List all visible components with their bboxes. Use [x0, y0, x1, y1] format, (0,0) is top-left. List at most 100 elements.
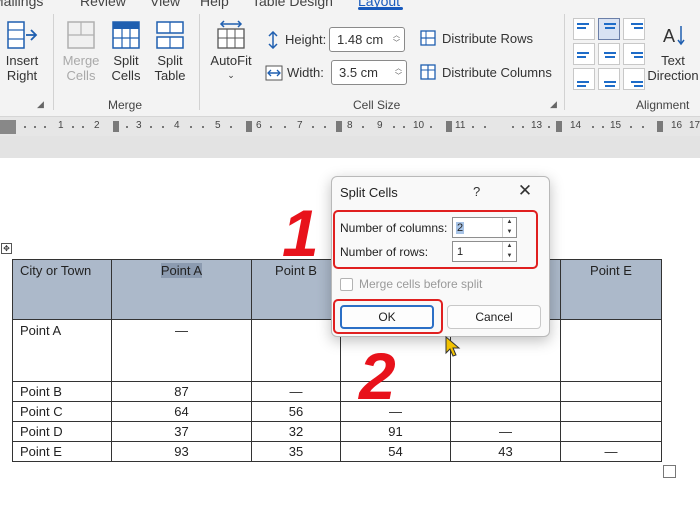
- table-cell[interactable]: Point D: [12, 421, 112, 442]
- align-center-icon[interactable]: [598, 43, 620, 65]
- ruler-left-margin: [0, 120, 16, 134]
- table-cell[interactable]: —: [450, 421, 561, 442]
- tab-view[interactable]: View: [150, 0, 180, 9]
- table-cell[interactable]: 91: [340, 421, 451, 442]
- ruler-number: 15: [610, 120, 622, 131]
- align-top-center-icon[interactable]: [598, 18, 620, 40]
- table-cell[interactable]: 87: [111, 381, 252, 402]
- insert-right-button[interactable]: Insert Right: [3, 20, 41, 83]
- table-row: Point E 93 35 54 43 —: [12, 441, 662, 462]
- table-cell[interactable]: —: [111, 319, 252, 382]
- merge-cells-label-1: Merge: [62, 53, 100, 68]
- align-center-left-icon[interactable]: [573, 43, 595, 65]
- table-cell[interactable]: 64: [111, 401, 252, 422]
- distribute-columns-icon: [420, 64, 436, 80]
- align-top-left-icon[interactable]: [573, 18, 595, 40]
- merge-cells-button[interactable]: Merge Cells: [61, 20, 101, 83]
- text-direction-label-1: Text: [661, 53, 685, 68]
- ruler-indent-marker[interactable]: [113, 121, 119, 132]
- table-resize-handle[interactable]: [663, 465, 676, 478]
- table-cell[interactable]: [450, 401, 561, 422]
- text-direction-button[interactable]: A Text Direction: [646, 20, 700, 83]
- width-spinner-icon[interactable]: ︿ ﹀: [395, 65, 402, 81]
- table-cell[interactable]: 56: [251, 401, 341, 422]
- table-cell[interactable]: [560, 401, 662, 422]
- ruler-number: 9: [377, 120, 383, 131]
- ruler-column-marker[interactable]: [246, 121, 252, 132]
- alignment-group-label: Alignment: [636, 98, 690, 112]
- table-move-handle-icon[interactable]: ✥: [1, 243, 12, 254]
- help-icon[interactable]: ?: [473, 184, 480, 199]
- table-cell[interactable]: 93: [111, 441, 252, 462]
- chevron-down-icon: ⌄: [227, 70, 235, 80]
- split-table-button[interactable]: Split Table: [151, 20, 189, 83]
- table-cell[interactable]: 32: [251, 421, 341, 442]
- table-header-cell[interactable]: City or Town: [12, 259, 112, 320]
- table-header-cell[interactable]: Point A: [111, 259, 252, 320]
- table-cell[interactable]: 43: [450, 441, 561, 462]
- row-height-icon: [268, 30, 278, 49]
- ruler-column-marker[interactable]: [336, 121, 342, 132]
- horizontal-ruler[interactable]: 1 2 3 4 5 6 7 8 9 10 11 13 14 15 16 17: [0, 116, 700, 136]
- tab-table-design[interactable]: Table Design: [252, 0, 333, 9]
- merge-before-split-checkbox[interactable]: Merge cells before split: [340, 277, 482, 291]
- checkbox-icon[interactable]: [340, 277, 353, 291]
- align-bottom-left-icon[interactable]: [573, 68, 595, 90]
- autofit-label: AutoFit: [210, 53, 252, 68]
- table-cell[interactable]: —: [251, 381, 341, 402]
- table-cell[interactable]: [560, 319, 662, 382]
- split-cells-button[interactable]: Split Cells: [107, 20, 145, 83]
- ruler-tick: [72, 126, 74, 128]
- table-cell[interactable]: Point B: [12, 381, 112, 402]
- align-center-right-icon[interactable]: [623, 43, 645, 65]
- selected-cell-text: Point A: [160, 263, 203, 278]
- align-top-right-icon[interactable]: [623, 18, 645, 40]
- ruler-number: 4: [174, 120, 180, 131]
- svg-text:A: A: [663, 26, 675, 46]
- distribute-rows-button[interactable]: Distribute Rows: [420, 30, 533, 46]
- close-icon[interactable]: ✕: [517, 181, 533, 201]
- ruler-number: 3: [136, 120, 142, 131]
- column-width-icon: [265, 65, 283, 80]
- table-row: Point C 64 56 —: [12, 401, 662, 422]
- ruler-column-marker[interactable]: [657, 121, 663, 132]
- ruler-tick: [126, 126, 128, 128]
- cancel-button[interactable]: Cancel: [447, 305, 541, 329]
- table-cell[interactable]: [251, 319, 341, 382]
- separator: [53, 14, 54, 110]
- table-cell[interactable]: 54: [340, 441, 451, 462]
- autofit-button[interactable]: AutoFit ⌄: [208, 20, 254, 83]
- height-input[interactable]: 1.48 cm ︿ ﹀: [329, 27, 405, 52]
- table-cell[interactable]: [450, 381, 561, 402]
- ruler-number: 14: [570, 120, 582, 131]
- table-cell[interactable]: —: [560, 441, 662, 462]
- mouse-pointer-icon: [445, 336, 461, 357]
- cell-size-launcher-icon[interactable]: ◢: [550, 99, 557, 110]
- table-cell[interactable]: [560, 421, 662, 442]
- height-spinner-icon[interactable]: ︿ ﹀: [393, 32, 400, 48]
- tab-help[interactable]: Help: [200, 0, 229, 9]
- align-bottom-center-icon[interactable]: [598, 68, 620, 90]
- tab-review[interactable]: Review: [80, 0, 126, 9]
- distribute-columns-button[interactable]: Distribute Columns: [420, 64, 552, 80]
- ruler-column-marker[interactable]: [446, 121, 452, 132]
- rows-columns-launcher-icon[interactable]: ◢: [37, 99, 44, 110]
- table-cell[interactable]: Point A: [12, 319, 112, 382]
- table-cell[interactable]: Point C: [12, 401, 112, 422]
- ruler-number: 17: [689, 120, 700, 131]
- ruler-column-marker[interactable]: [556, 121, 562, 132]
- ruler-tick: [270, 126, 272, 128]
- table-header-cell[interactable]: Point E: [560, 259, 662, 320]
- ruler-tick: [162, 126, 164, 128]
- ruler-tick: [324, 126, 326, 128]
- ruler-number: 8: [347, 120, 353, 131]
- align-bottom-right-icon[interactable]: [623, 68, 645, 90]
- table-cell[interactable]: 37: [111, 421, 252, 442]
- table-cell[interactable]: [560, 381, 662, 402]
- merge-cells-label-2: Cells: [66, 68, 96, 83]
- table-cell[interactable]: 35: [251, 441, 341, 462]
- tab-mailings[interactable]: Mailings: [0, 0, 43, 9]
- width-input[interactable]: 3.5 cm ︿ ﹀: [331, 60, 407, 85]
- ruler-number: 7: [297, 120, 303, 131]
- table-cell[interactable]: Point E: [12, 441, 112, 462]
